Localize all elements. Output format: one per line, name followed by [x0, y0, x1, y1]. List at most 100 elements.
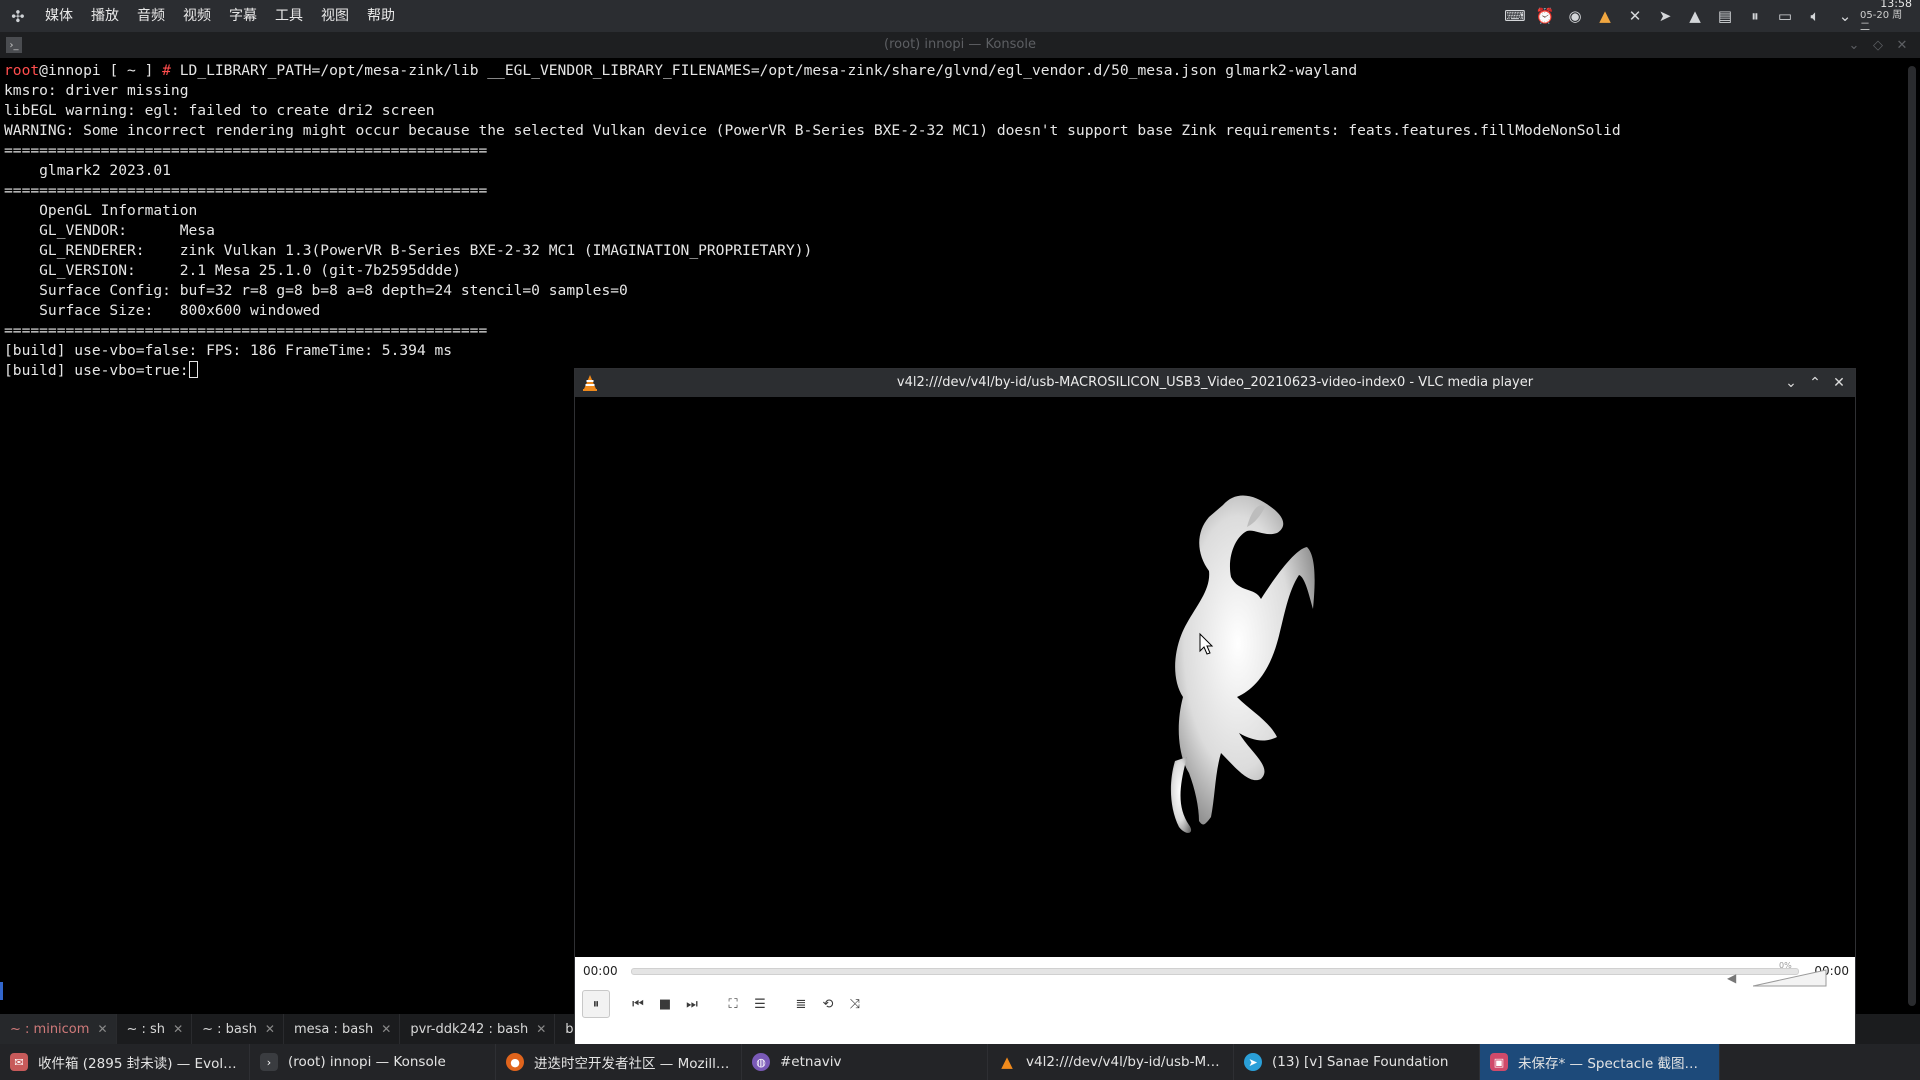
tab-minicom[interactable]: ~ : minicom ✕ [0, 1014, 117, 1044]
next-button[interactable]: ⏭ [679, 991, 705, 1017]
minimize-icon[interactable]: ⌄ [1842, 38, 1866, 53]
network-icon[interactable]: ✕ [1620, 0, 1650, 32]
tab-bash[interactable]: ~ : bash ✕ [192, 1014, 284, 1044]
menu-view[interactable]: 视图 [312, 0, 358, 32]
seek-slider[interactable] [631, 968, 1799, 975]
irc-icon: ◍ [752, 1053, 770, 1071]
menu-video[interactable]: 视频 [174, 0, 220, 32]
vlc-title: v4l2:///dev/v4l/by-id/usb-MACROSILICON_U… [896, 375, 1534, 390]
previous-button[interactable]: ⏮ [625, 991, 651, 1017]
spectacle-icon: ▣ [1490, 1053, 1508, 1071]
close-icon[interactable]: ✕ [1827, 375, 1851, 391]
terminal-line: GL_VERSION: 2.1 Mesa 25.1.0 (git-7b2595d… [4, 262, 461, 279]
close-icon[interactable]: ✕ [1890, 38, 1914, 53]
top-panel: ✣ 媒体 播放 音频 视频 字幕 工具 视图 帮助 ⌨ ⏰ ◉ ▲ ✕ ➤ ▲ … [0, 0, 1920, 33]
menu-playback[interactable]: 播放 [82, 0, 128, 32]
global-menu-bar: 媒体 播放 音频 视频 字幕 工具 视图 帮助 [36, 0, 404, 32]
system-tray: ⌨ ⏰ ◉ ▲ ✕ ➤ ▲ ▤ ⏸ ▭ 🔈︎ ⌄ 13:58 05-20 周二 [1500, 0, 1920, 33]
konsole-window-controls: ⌄ ◇ ✕ [1842, 32, 1914, 58]
terminal-line: OpenGL Information [4, 202, 198, 219]
firefox-icon: ● [506, 1053, 524, 1071]
alarm-icon[interactable]: ⏰ [1530, 0, 1560, 32]
keyboard-icon[interactable]: ⌨ [1500, 0, 1530, 32]
terminal-line: Surface Config: buf=32 r=8 g=8 b=8 a=8 d… [4, 282, 628, 299]
prompt-command: LD_LIBRARY_PATH=/opt/mesa-zink/lib __EGL… [170, 62, 1358, 79]
task-spectacle[interactable]: ▣ 未保存* — Spectacle 截图工具 [1480, 1044, 1720, 1080]
task-telegram[interactable]: ➤ (13) [v] Sanae Foundation [1234, 1044, 1480, 1080]
volume-muted-icon[interactable]: ◀ [1727, 971, 1736, 985]
volume-icon[interactable]: 🔈︎ [1800, 0, 1830, 32]
close-tab-icon[interactable]: ✕ [97, 1022, 107, 1036]
security-icon[interactable]: ◉ [1560, 0, 1590, 32]
terminal-activity-marker [0, 982, 3, 1000]
close-tab-icon[interactable]: ✕ [536, 1022, 546, 1036]
update-icon[interactable]: ▲ [1590, 0, 1620, 32]
playlist-button[interactable]: ≣ [788, 991, 814, 1017]
tab-label: ~ : minicom [10, 1021, 90, 1037]
skip-back-icon: ⏮ [632, 996, 644, 1012]
extended-settings-button[interactable]: ☰ [747, 991, 773, 1017]
pause-button[interactable]: ⏸ [582, 990, 610, 1018]
video-frame [1170, 495, 1315, 833]
konsole-icon: › [260, 1053, 278, 1071]
close-tab-icon[interactable]: ✕ [173, 1022, 183, 1036]
task-vlc[interactable]: ▲ v4l2:///dev/v4l/by-id/usb-MACR… [988, 1044, 1234, 1080]
clock-time: 13:58 [1880, 0, 1912, 10]
minimize-icon[interactable]: ⌄ [1779, 375, 1803, 391]
task-label: (13) [v] Sanae Foundation [1272, 1054, 1449, 1070]
konsole-titlebar[interactable]: ›_ (root) innopi — Konsole ⌄ ◇ ✕ [0, 32, 1920, 58]
tab-mesa-bash[interactable]: mesa : bash ✕ [284, 1014, 401, 1044]
task-label: (root) innopi — Konsole [288, 1054, 446, 1070]
loop-button[interactable]: ⟲ [815, 991, 841, 1017]
vlc-window-controls: ⌄ ⌃ ✕ [1779, 369, 1851, 397]
menu-audio[interactable]: 音频 [128, 0, 174, 32]
pause-icon[interactable]: ⏸ [1740, 0, 1770, 32]
tab-pvr-ddk242-bash[interactable]: pvr-ddk242 : bash ✕ [400, 1014, 556, 1044]
display-icon[interactable]: ▭ [1770, 0, 1800, 32]
menu-help[interactable]: 帮助 [358, 0, 404, 32]
task-label: 进迭时空开发者社区 — Mozilla F… [534, 1056, 733, 1072]
task-etnaviv[interactable]: ◍ #etnaviv [742, 1044, 988, 1080]
vlc-icon: ▲ [1001, 1053, 1013, 1071]
close-tab-icon[interactable]: ✕ [265, 1022, 275, 1036]
expand-tray-icon[interactable]: ⌄ [1830, 0, 1860, 32]
tab-sh[interactable]: ~ : sh ✕ [117, 1014, 193, 1044]
vlc-titlebar[interactable]: v4l2:///dev/v4l/by-id/usb-MACROSILICON_U… [575, 369, 1855, 397]
maximize-icon[interactable]: ◇ [1866, 38, 1890, 53]
volume-control[interactable]: ◀ 0% [1727, 961, 1837, 991]
taskbar: ✉ 收件箱 (2895 封未读) — Evolution › (root) in… [0, 1044, 1920, 1080]
menu-media[interactable]: 媒体 [36, 0, 82, 32]
terminal-scrollbar[interactable] [1908, 66, 1916, 1006]
clipboard-icon[interactable]: ▤ [1710, 0, 1740, 32]
fullscreen-button[interactable]: ⛶ [720, 991, 746, 1017]
telegram-icon: ➤ [1244, 1053, 1262, 1071]
clock[interactable]: 13:58 05-20 周二 [1860, 0, 1920, 33]
task-label: v4l2:///dev/v4l/by-id/usb-MACR… [1026, 1054, 1225, 1070]
task-konsole[interactable]: › (root) innopi — Konsole [250, 1044, 496, 1080]
task-firefox[interactable]: ● 进迭时空开发者社区 — Mozilla F… [496, 1044, 742, 1080]
terminal-line: kmsro: driver missing [4, 82, 189, 99]
terminal-line: GL_VENDOR: Mesa [4, 222, 215, 239]
volume-slider[interactable] [1753, 969, 1827, 987]
terminal-line: ========================================… [4, 142, 488, 159]
menu-tools[interactable]: 工具 [266, 0, 312, 32]
tab-label: mesa : bash [293, 1021, 374, 1037]
stop-button[interactable]: ■ [652, 991, 678, 1017]
maximize-icon[interactable]: ⌃ [1803, 375, 1827, 391]
telegram-icon[interactable]: ➤ [1650, 0, 1680, 32]
terminal-cursor [188, 361, 198, 378]
terminal-prompt-line: root@innopi [ ~ ] # LD_LIBRARY_PATH=/opt… [4, 61, 1906, 81]
task-label: #etnaviv [780, 1054, 842, 1070]
pause-icon: ⏸ [592, 996, 600, 1012]
menu-subtitle[interactable]: 字幕 [220, 0, 266, 32]
terminal-line: glmark2 2023.01 [4, 162, 171, 179]
shuffle-button[interactable]: ⤨ [842, 991, 868, 1017]
stop-icon: ■ [658, 996, 672, 1012]
task-evolution[interactable]: ✉ 收件箱 (2895 封未读) — Evolution [0, 1044, 250, 1080]
vlc-tray-icon[interactable]: ▲ [1680, 0, 1710, 32]
video-display[interactable] [575, 397, 1855, 957]
time-elapsed: 00:00 [583, 964, 618, 978]
app-launcher-icon[interactable]: ✣ [0, 0, 36, 32]
close-tab-icon[interactable]: ✕ [381, 1022, 391, 1036]
clock-date: 05-20 周二 [1860, 10, 1903, 33]
